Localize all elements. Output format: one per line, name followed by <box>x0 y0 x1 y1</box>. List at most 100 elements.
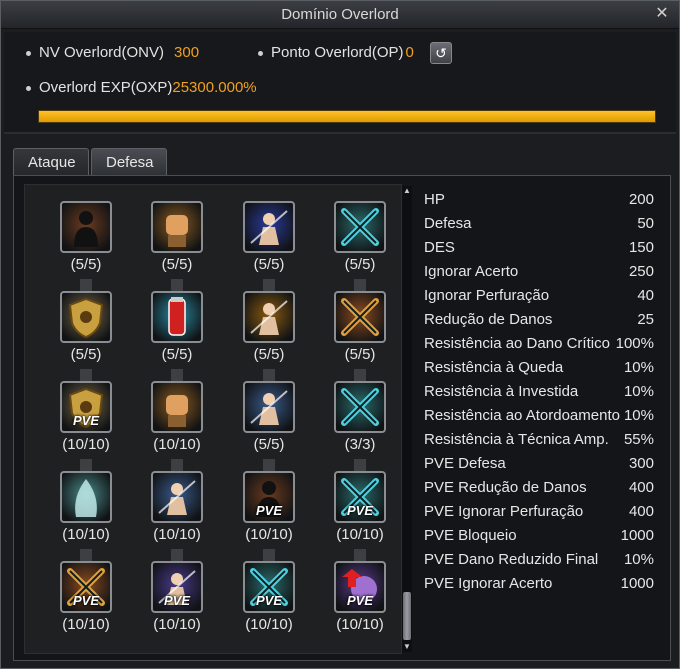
overlord-exp-label: Overlord EXP(OXP) <box>39 79 173 96</box>
skill-slot[interactable]: (5/5) <box>140 201 214 281</box>
skill-level-text: (5/5) <box>344 256 376 273</box>
skill-level-text: (10/10) <box>245 616 293 633</box>
skill-slot[interactable]: PVE (10/10) <box>232 561 306 641</box>
title-bar[interactable]: Domínio Overlord ✕ <box>1 1 679 29</box>
red-arrow-up-icon[interactable]: PVE <box>334 561 386 613</box>
divider <box>4 132 676 134</box>
tab-ataque[interactable]: Ataque <box>13 148 89 175</box>
skill-slot[interactable]: (5/5) <box>49 291 123 371</box>
skill-level-text: (10/10) <box>153 616 201 633</box>
skill-slot[interactable]: (5/5) <box>232 381 306 461</box>
muscle-warrior-icon[interactable]: PVE <box>151 561 203 613</box>
golden-shield-icon[interactable]: PVE <box>60 381 112 433</box>
skill-slot[interactable]: (5/5) <box>49 201 123 281</box>
pve-badge: PVE <box>346 503 373 518</box>
skill-slot[interactable]: (10/10) <box>140 381 214 461</box>
scrollbar[interactable]: ▲ ▼ <box>402 186 412 652</box>
stat-name: HP <box>424 191 445 208</box>
stat-value: 100% <box>615 335 654 352</box>
skill-slot[interactable]: PVE (10/10) <box>140 561 214 641</box>
skill-level-text: (10/10) <box>62 436 110 453</box>
stat-name: PVE Dano Reduzido Final <box>424 551 599 568</box>
ponto-overlord-label: Ponto Overlord(OP) <box>271 44 404 61</box>
pve-badge: PVE <box>255 593 282 608</box>
crossed-blades-icon[interactable]: PVE <box>334 471 386 523</box>
stat-row: HP 200 <box>424 188 654 212</box>
skill-slot[interactable]: (5/5) <box>140 291 214 371</box>
nv-overlord-label: NV Overlord(ONV) <box>39 44 165 61</box>
shadow-figure-icon[interactable]: PVE <box>243 471 295 523</box>
skill-level-text: (10/10) <box>153 436 201 453</box>
stat-name: PVE Ignorar Perfuração <box>424 503 584 520</box>
skill-level-text: (10/10) <box>245 526 293 543</box>
skill-slot[interactable]: PVE (10/10) <box>49 381 123 461</box>
stat-row: Ignorar Perfuração 40 <box>424 284 654 308</box>
crossed-blades-icon[interactable] <box>334 381 386 433</box>
skill-slot[interactable]: (5/5) <box>323 291 397 371</box>
scroll-thumb[interactable] <box>403 592 411 640</box>
tab-content: (5/5) (5/5) (5/5) (5/5) (5/5) (5/5) (5/5) (5/5)… <box>13 175 671 661</box>
overlord-summary-panel: NV Overlord(ONV) 300 Ponto Overlord(OP) 0 … <box>4 32 676 132</box>
exp-progress-fill <box>39 111 655 122</box>
stat-name: Redução de Danos <box>424 311 553 328</box>
stat-row: PVE Ignorar Perfuração 400 <box>424 500 654 524</box>
stat-value: 1000 <box>620 527 654 544</box>
bullet-icon <box>26 50 31 56</box>
crossed-blades-icon[interactable]: PVE <box>243 561 295 613</box>
skill-slot[interactable]: PVE (10/10) <box>49 561 123 641</box>
skill-level-text: (5/5) <box>253 346 285 363</box>
lightning-warrior-icon[interactable] <box>243 381 295 433</box>
skill-slot[interactable]: (10/10) <box>140 471 214 551</box>
stat-row: Ignorar Acerto 250 <box>424 260 654 284</box>
stat-value: 10% <box>623 407 654 424</box>
skill-slot[interactable]: (3/3) <box>323 381 397 461</box>
stat-row: PVE Redução de Danos 400 <box>424 476 654 500</box>
reset-points-button[interactable]: ↺ <box>430 42 452 64</box>
stat-row: Resistência à Investida 10% <box>424 380 654 404</box>
stat-value: 25 <box>637 311 654 328</box>
flaming-muscle-icon[interactable] <box>243 291 295 343</box>
stat-row: Resistência ao Dano Crítico 100% <box>424 332 654 356</box>
skill-slot[interactable]: (5/5) <box>232 291 306 371</box>
stat-value: 400 <box>628 479 654 496</box>
stat-name: Resistência à Investida <box>424 383 579 400</box>
stat-row: Resistência à Técnica Amp. 55% <box>424 428 654 452</box>
close-icon[interactable]: ✕ <box>653 5 671 23</box>
crossed-claws-icon[interactable] <box>334 291 386 343</box>
stat-name: Ignorar Acerto <box>424 263 519 280</box>
skill-slot[interactable]: (10/10) <box>49 471 123 551</box>
skill-slot[interactable]: (5/5) <box>323 201 397 281</box>
lightning-warrior-icon[interactable] <box>151 471 203 523</box>
red-potion-icon[interactable] <box>151 291 203 343</box>
stat-row: PVE Bloqueio 1000 <box>424 524 654 548</box>
crossed-claws-icon[interactable]: PVE <box>60 561 112 613</box>
ponto-overlord-line: Ponto Overlord(OP) 0 <box>258 44 414 61</box>
skill-level-text: (10/10) <box>62 616 110 633</box>
pve-badge: PVE <box>346 593 373 608</box>
skill-level-text: (10/10) <box>336 526 384 543</box>
overlord-window: Domínio Overlord ✕ NV Overlord(ONV) 300 P… <box>0 0 680 669</box>
stat-value: 200 <box>628 191 654 208</box>
skill-slot[interactable]: PVE (10/10) <box>323 471 397 551</box>
reset-arrow-icon: ↺ <box>435 45 447 61</box>
bullet-icon <box>26 85 31 91</box>
scroll-down-icon[interactable]: ▼ <box>402 642 412 652</box>
crossed-blades-icon[interactable] <box>334 201 386 253</box>
stat-row: DES 150 <box>424 236 654 260</box>
ponto-overlord-value: 0 <box>405 44 414 61</box>
exp-progress-bar <box>38 110 656 123</box>
iron-fist-icon[interactable] <box>151 201 203 253</box>
stat-name: PVE Ignorar Acerto <box>424 575 553 592</box>
skill-grid[interactable]: (5/5) (5/5) (5/5) (5/5) (5/5) (5/5) (5/5) (5/5)… <box>24 184 402 654</box>
golden-shield-icon[interactable] <box>60 291 112 343</box>
shadow-figure-icon[interactable] <box>60 201 112 253</box>
blue-warrior-icon[interactable] <box>243 201 295 253</box>
iron-fist-icon[interactable] <box>151 381 203 433</box>
tab-defesa[interactable]: Defesa <box>91 148 167 175</box>
scroll-up-icon[interactable]: ▲ <box>402 186 412 196</box>
spirit-aura-icon[interactable] <box>60 471 112 523</box>
skill-slot[interactable]: (5/5) <box>232 201 306 281</box>
stat-name: Resistência ao Dano Crítico <box>424 335 610 352</box>
skill-slot[interactable]: PVE (10/10) <box>323 561 397 641</box>
skill-slot[interactable]: PVE (10/10) <box>232 471 306 551</box>
